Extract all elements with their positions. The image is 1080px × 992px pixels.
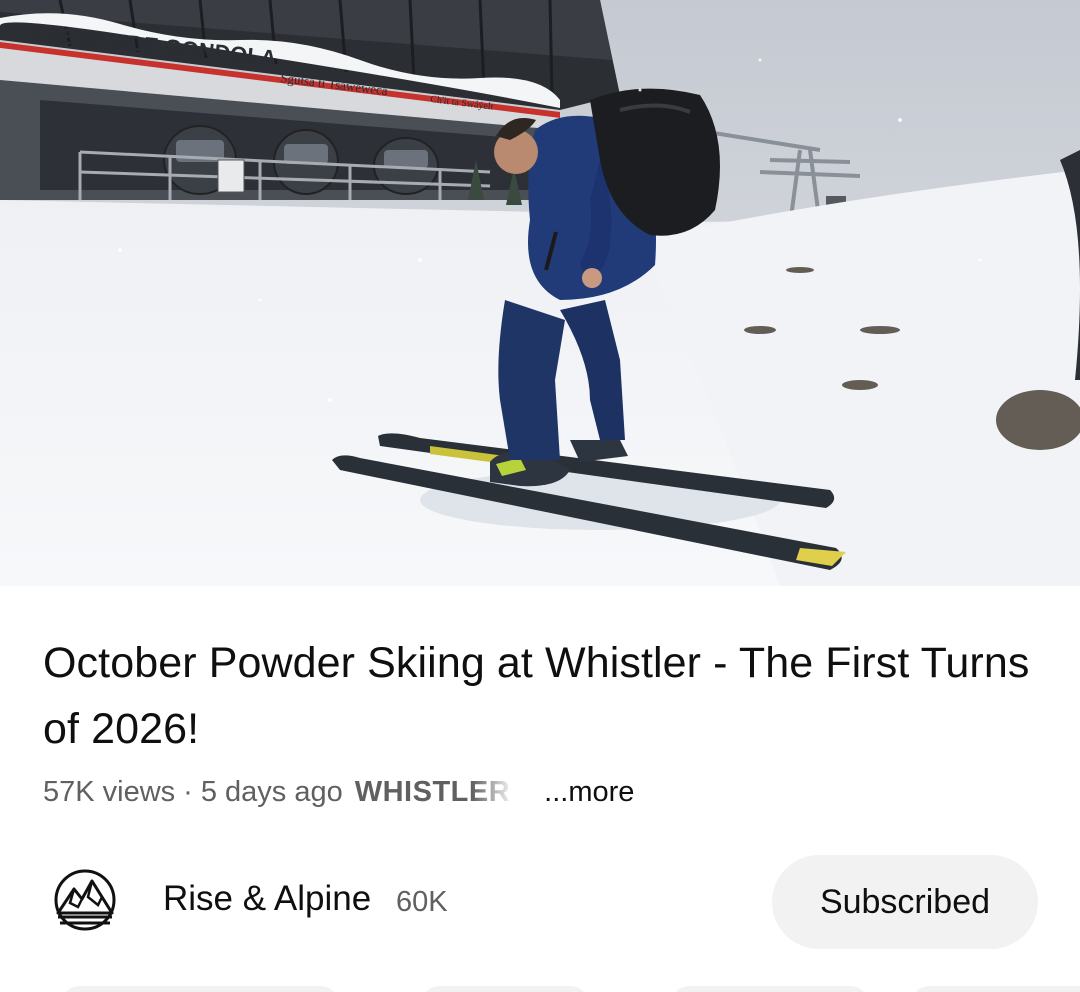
video-metadata[interactable]: 57K views · 5 days ago WHISTLER ...more: [43, 768, 634, 816]
location-tag[interactable]: WHISTLER: [355, 775, 513, 809]
upload-age: 5 days ago: [200, 775, 343, 808]
subscriber-count: 60K: [396, 886, 448, 918]
video-title[interactable]: October Powder Skiing at Whistler - The …: [43, 630, 1043, 762]
chip[interactable]: [670, 986, 870, 992]
mountain-logo-icon: [54, 869, 116, 931]
chip[interactable]: [910, 986, 1080, 992]
action-chips-peek: [0, 986, 1080, 992]
channel-name[interactable]: Rise & Alpine: [163, 879, 371, 919]
more-link[interactable]: ...more: [544, 776, 634, 809]
chip[interactable]: [60, 986, 340, 992]
view-count: 57K views: [43, 775, 176, 808]
channel-row: Rise & Alpine 60K Subscribed: [0, 855, 1080, 949]
video-frame: CREEKSIDE GONDOLA Sgútsa ti Tsawewéca Ch…: [0, 0, 1080, 586]
subscribed-button[interactable]: Subscribed: [772, 855, 1038, 949]
meta-separator: ·: [183, 775, 193, 808]
video-player[interactable]: CREEKSIDE GONDOLA Sgútsa ti Tsawewéca Ch…: [0, 0, 1080, 586]
channel-avatar[interactable]: [52, 867, 118, 933]
chip[interactable]: [420, 986, 590, 992]
